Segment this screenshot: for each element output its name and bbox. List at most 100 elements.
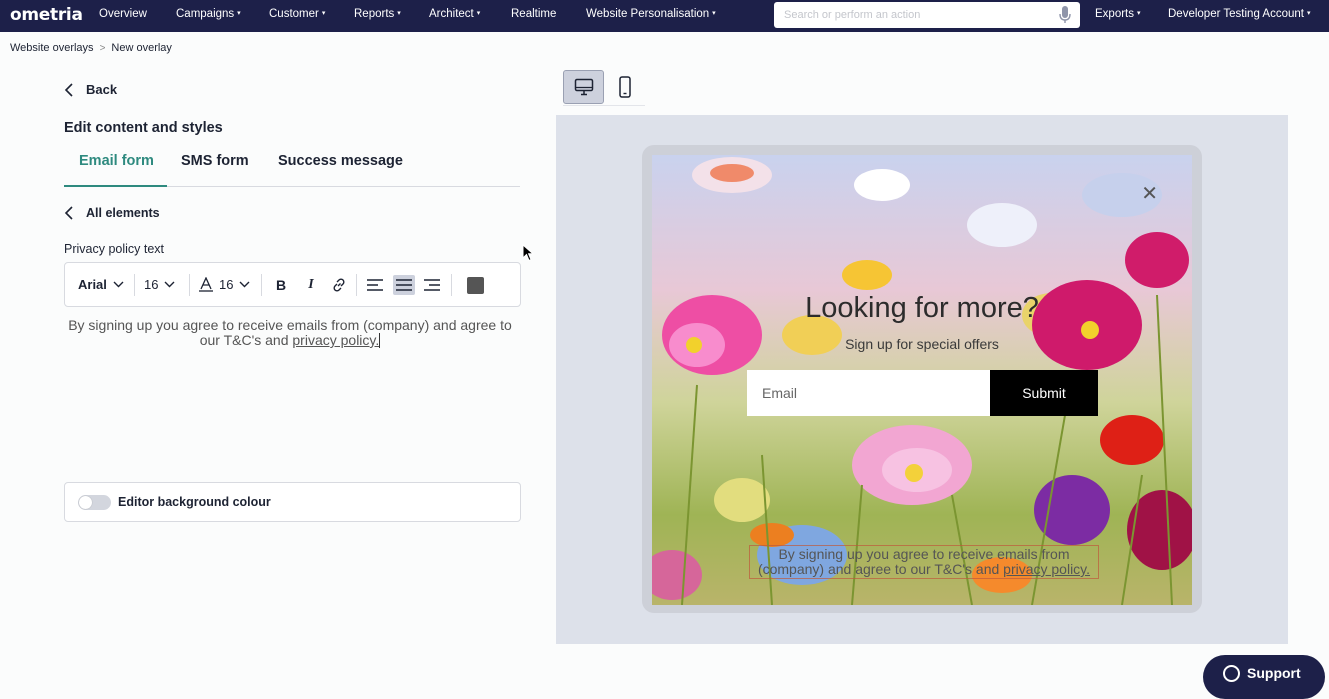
chat-bubble-icon xyxy=(1223,665,1240,682)
font-size-select[interactable]: 16 xyxy=(144,277,175,292)
all-elements-label: All elements xyxy=(86,206,160,220)
popup-email-input[interactable] xyxy=(747,370,990,416)
font-family-select[interactable]: Arial xyxy=(78,277,124,292)
nav-overview[interactable]: Overview xyxy=(99,8,147,20)
top-nav: ometria Overview Campaigns ▾ Customer ▾ Re… xyxy=(0,0,1329,32)
chevron-left-icon xyxy=(64,82,73,97)
search-input[interactable] xyxy=(784,7,1054,23)
popup-privacy-link[interactable]: privacy policy. xyxy=(1003,561,1090,577)
tab-success-message[interactable]: Success message xyxy=(278,153,403,169)
text-caret xyxy=(379,333,381,348)
privacy-text: By signing up you agree to receive email… xyxy=(68,317,512,348)
back-button[interactable]: Back xyxy=(64,82,117,97)
popup-title: Looking for more? xyxy=(805,292,1039,324)
device-switcher xyxy=(563,70,645,106)
nav-website-personalisation[interactable]: Website Personalisation ▾ xyxy=(586,8,716,20)
back-label: Back xyxy=(86,82,118,97)
popup-subtitle: Sign up for special offers xyxy=(845,336,999,352)
caret-down-icon: ▾ xyxy=(1137,10,1141,17)
editor-tabs: Email form SMS form Success message xyxy=(64,150,520,187)
editor-title: Edit content and styles xyxy=(64,120,223,136)
privacy-text-editor[interactable]: By signing up you agree to receive email… xyxy=(64,318,516,348)
breadcrumb: Website overlays > New overlay xyxy=(10,42,172,54)
support-label: Support xyxy=(1247,665,1301,681)
nav-website-personalisation-label: Website Personalisation xyxy=(586,8,710,20)
line-height-value: 16 xyxy=(219,277,234,292)
italic-icon: I xyxy=(308,277,314,292)
mouse-cursor-icon xyxy=(522,244,534,262)
align-center-button[interactable] xyxy=(393,275,415,295)
nav-exports-label: Exports xyxy=(1095,8,1134,20)
editor-background-label: Editor background colour xyxy=(118,495,271,509)
tab-sms-form[interactable]: SMS form xyxy=(181,153,249,169)
nav-exports[interactable]: Exports ▾ xyxy=(1095,8,1141,20)
align-right-button[interactable] xyxy=(421,275,443,295)
tab-email-form[interactable]: Email form xyxy=(79,153,154,169)
ometria-logo[interactable]: ometria xyxy=(10,5,83,25)
popup-frame: ✕ Looking for more? Sign up for special … xyxy=(642,145,1202,613)
breadcrumb-new-overlay: New overlay xyxy=(111,42,172,54)
popup-close-icon[interactable]: ✕ xyxy=(1141,181,1158,205)
bold-icon: B xyxy=(275,277,287,293)
toolbar-divider xyxy=(134,274,135,296)
editor-background-toggle[interactable] xyxy=(78,495,111,510)
mobile-icon xyxy=(618,76,631,98)
bold-button[interactable]: B xyxy=(270,275,292,295)
caret-down-icon: ▾ xyxy=(712,10,716,17)
font-family-value: Arial xyxy=(78,277,107,292)
link-button[interactable] xyxy=(328,275,350,295)
popup-privacy-text[interactable]: By signing up you agree to receive email… xyxy=(749,545,1099,579)
popup: ✕ Looking for more? Sign up for special … xyxy=(652,155,1192,605)
nav-reports[interactable]: Reports ▾ xyxy=(354,8,401,20)
nav-architect-label: Architect xyxy=(429,8,474,20)
line-height-select[interactable]: 16 xyxy=(199,277,250,292)
search-box xyxy=(774,2,1080,28)
align-left-button[interactable] xyxy=(364,275,386,295)
text-toolbar: Arial 16 16 B I xyxy=(64,262,521,307)
support-button[interactable]: Support xyxy=(1203,655,1325,699)
desktop-view-button[interactable] xyxy=(563,70,604,104)
breadcrumb-separator: > xyxy=(99,43,106,54)
italic-button[interactable]: I xyxy=(300,275,322,295)
toolbar-divider xyxy=(356,274,357,296)
align-center-icon xyxy=(396,279,412,291)
editor-background-toggle-row: Editor background colour xyxy=(64,482,521,522)
nav-realtime-label: Realtime xyxy=(511,8,557,20)
link-icon xyxy=(333,278,345,292)
toggle-knob xyxy=(79,496,92,509)
desktop-icon xyxy=(574,78,593,96)
colour-swatch xyxy=(466,276,484,294)
text-colour-button[interactable] xyxy=(464,275,486,295)
toolbar-divider xyxy=(189,274,190,296)
align-right-icon xyxy=(424,279,440,291)
nav-reports-label: Reports xyxy=(354,8,395,20)
caret-down-icon: ▾ xyxy=(397,10,401,17)
caret-down-icon: ▾ xyxy=(321,10,326,17)
all-elements-button[interactable]: All elements xyxy=(64,206,160,220)
chevron-left-icon xyxy=(64,206,73,220)
font-size-value: 16 xyxy=(144,277,159,292)
account-name: Developer Testing Account xyxy=(1168,8,1304,20)
chevron-down-icon xyxy=(113,281,124,288)
overlay-preview: ✕ Looking for more? Sign up for special … xyxy=(556,115,1288,644)
toolbar-divider xyxy=(261,274,262,296)
mobile-view-button[interactable] xyxy=(604,70,645,104)
nav-campaigns-label: Campaigns xyxy=(176,8,235,20)
privacy-policy-link[interactable]: privacy policy. xyxy=(292,332,379,348)
nav-campaigns[interactable]: Campaigns ▾ xyxy=(176,8,241,20)
caret-down-icon: ▾ xyxy=(476,10,481,17)
nav-architect[interactable]: Architect ▾ xyxy=(429,8,480,20)
toolbar-divider xyxy=(451,274,452,296)
active-tab-indicator xyxy=(64,185,167,187)
breadcrumb-website-overlays[interactable]: Website overlays xyxy=(10,42,94,54)
nav-realtime[interactable]: Realtime xyxy=(511,8,556,20)
account-menu[interactable]: Developer Testing Account ▾ xyxy=(1168,8,1310,20)
chevron-down-icon xyxy=(239,281,250,288)
nav-overview-label: Overview xyxy=(99,8,147,20)
nav-customer[interactable]: Customer ▾ xyxy=(269,8,325,20)
line-height-icon xyxy=(199,277,213,292)
popup-submit-button[interactable]: Submit xyxy=(990,370,1098,416)
nav-customer-label: Customer xyxy=(269,8,319,20)
caret-down-icon: ▾ xyxy=(237,10,241,17)
microphone-icon[interactable] xyxy=(1059,6,1071,24)
